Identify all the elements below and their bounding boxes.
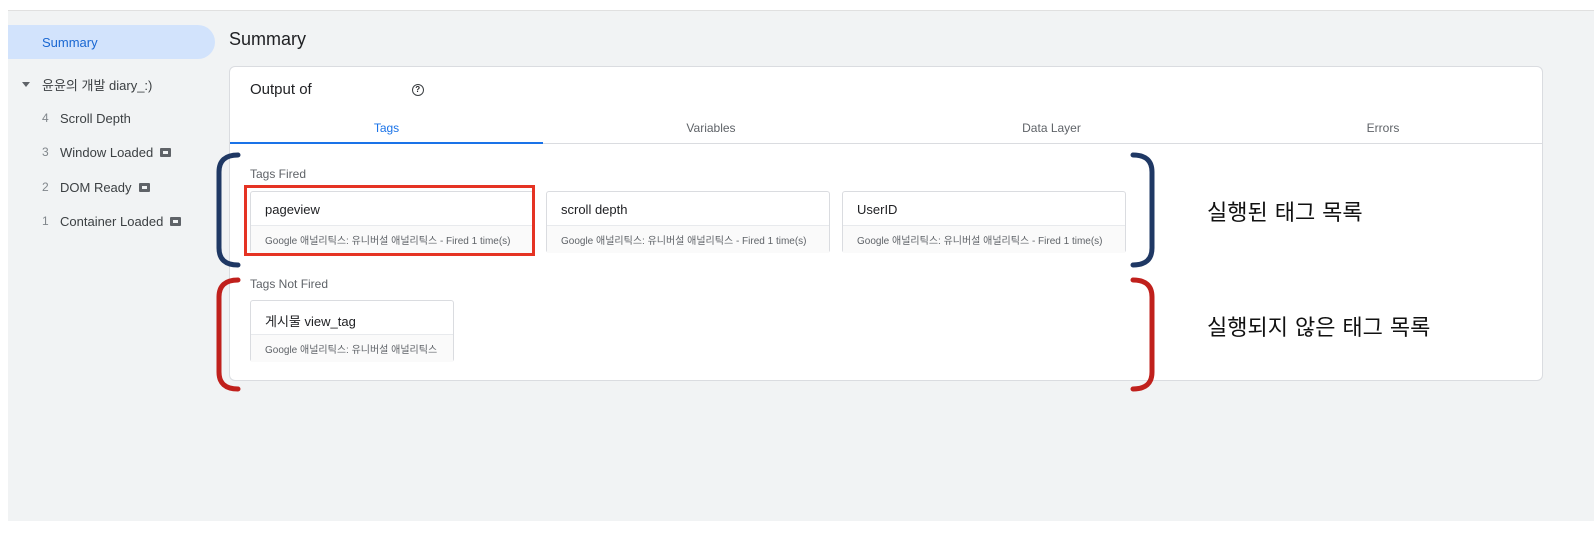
code-badge-icon [160,147,172,157]
annotation-fired: 실행된 태그 목록 [1207,201,1363,226]
sidebar-item-label: Summary [42,34,98,50]
tag-name: scroll depth [561,202,628,217]
debugger-frame: Summary 윤윤의 개발 diary_:) 4 Scroll Depth 3… [8,10,1594,521]
annotation-not-fired: 실행되지 않은 태그 목록 [1207,316,1431,341]
sidebar-item-event[interactable]: 3 Window Loaded [8,135,172,169]
sidebar-container-label: 윤윤의 개발 diary_:) [42,77,153,93]
sidebar: Summary 윤윤의 개발 diary_:) 4 Scroll Depth 3… [8,11,222,521]
sidebar-item-event[interactable]: 1 Container Loaded [8,204,182,238]
code-badge-icon [138,182,150,192]
event-number: 3 [42,145,49,159]
tab-errors[interactable]: Errors [1224,112,1542,143]
tag-name: UserID [857,202,898,217]
sidebar-item-event[interactable]: 4 Scroll Depth [8,101,131,135]
tab-tags[interactable]: Tags [230,112,543,144]
tab-bar: Tags Variables Data Layer Errors [230,112,1542,144]
tag-card[interactable]: scroll depth Google 애널리틱스: 유니버설 애널리틱스 - … [546,191,830,253]
output-header: Output of ? [250,81,424,98]
event-label: Container Loaded [60,213,164,229]
event-label: Scroll Depth [60,110,131,126]
event-label: Window Loaded [60,144,154,160]
tag-detail: Google 애널리틱스: 유니버설 애널리틱스 - Fired 1 time(… [843,225,1125,253]
not-fired-right-bracket [1130,277,1155,392]
not-fired-left-bracket [216,277,241,392]
code-badge-icon [170,216,182,226]
event-label: DOM Ready [60,179,132,195]
highlight-box [244,185,535,256]
tab-variables[interactable]: Variables [543,112,879,143]
sidebar-item-event[interactable]: 2 DOM Ready [8,170,150,204]
tags-not-fired-label: Tags Not Fired [250,277,329,291]
output-label: Output of [250,81,312,98]
help-icon[interactable]: ? [411,83,424,96]
sidebar-item-summary[interactable]: Summary [8,25,215,59]
event-number: 1 [42,214,49,228]
event-number: 2 [42,180,49,194]
tab-label: Variables [686,120,736,135]
tag-detail: Google 애널리틱스: 유니버설 애널리틱스 - Fired 1 time(… [547,225,829,253]
page-title: Summary [229,29,307,49]
tag-detail: Google 애널리틱스: 유니버설 애널리틱스 [251,334,453,362]
tab-data-layer[interactable]: Data Layer [879,112,1224,143]
tag-card[interactable]: UserID Google 애널리틱스: 유니버설 애널리틱스 - Fired … [842,191,1126,253]
tag-card[interactable]: 게시물 view_tag Google 애널리틱스: 유니버설 애널리틱스 [250,300,454,362]
caret-down-icon[interactable] [22,81,30,87]
tab-label: Errors [1366,120,1400,135]
tag-name: 게시물 view_tag [265,314,356,329]
sidebar-item-container[interactable]: 윤윤의 개발 diary_:) [8,67,152,101]
fired-left-bracket [216,152,241,268]
tab-label: Tags [373,120,400,135]
fired-right-bracket [1130,152,1155,268]
tags-fired-label: Tags Fired [250,167,307,181]
event-number: 4 [42,111,49,125]
tab-label: Data Layer [1022,120,1081,135]
